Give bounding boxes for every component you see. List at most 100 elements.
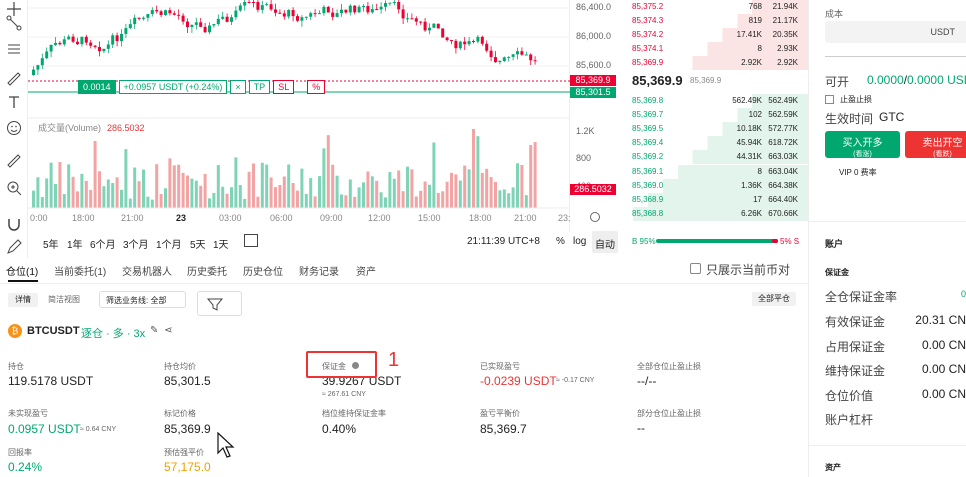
tf-button[interactable]: 1天 xyxy=(213,236,229,251)
sl-button[interactable]: SL xyxy=(273,80,295,94)
pen-icon[interactable] xyxy=(5,68,23,86)
filter-button[interactable] xyxy=(197,291,242,316)
position-symbol[interactable]: BTCUSDT xyxy=(27,325,80,337)
candle xyxy=(252,2,255,3)
price-chart[interactable]: 0.0014 +0.0957 USDT (+0.24%) × TP SL% 成交量(Vo… xyxy=(28,0,571,232)
share-icon[interactable]: ⋖ xyxy=(164,325,172,336)
candle xyxy=(168,10,172,14)
zoom-icon[interactable] xyxy=(5,179,23,197)
position-order-line[interactable]: 0.0014 +0.0957 USDT (+0.24%) × TP SL% xyxy=(78,80,328,94)
simple-view-button[interactable]: 简洁视图 xyxy=(48,293,80,307)
candle xyxy=(102,48,106,52)
ratio-bar xyxy=(656,239,778,243)
margin-title: 保证金 xyxy=(825,268,849,277)
bid-row[interactable]: 85,369.7 102 562.59K xyxy=(622,108,808,123)
log-button[interactable]: log xyxy=(573,236,586,247)
bid-row[interactable]: 85,369.8 562.49K 562.49K xyxy=(622,94,808,108)
field-value[interactable]: --/-- xyxy=(637,374,656,388)
bid-row[interactable]: 85,369.4 45.94K 618.72K xyxy=(622,136,808,151)
ruler-icon[interactable] xyxy=(5,152,23,170)
currency-select[interactable]: USDT xyxy=(931,27,956,37)
volume-bar xyxy=(98,171,101,208)
candle xyxy=(450,40,453,42)
text-icon[interactable] xyxy=(5,93,23,111)
candle xyxy=(313,13,317,15)
close-all-button[interactable]: 全部平仓 xyxy=(752,292,796,306)
ask-row[interactable]: 85,374.1 8 2.93K xyxy=(622,42,808,57)
order-close-button[interactable]: × xyxy=(230,80,246,94)
tab-order-history[interactable]: 历史委托 xyxy=(187,263,227,278)
lines-icon[interactable] xyxy=(5,40,23,58)
avail-values: 0.0000/0.0000 USDT xyxy=(867,73,966,87)
candle xyxy=(177,14,181,16)
ask-row[interactable]: 85,374.3 819 21.17K xyxy=(622,14,808,29)
candle xyxy=(98,47,101,52)
tab-bots[interactable]: 交易机器人 xyxy=(122,263,172,278)
bid-row[interactable]: 85,369.5 10.18K 572.77K xyxy=(622,122,808,137)
settings-icon[interactable] xyxy=(590,212,600,222)
tf-button[interactable]: 6个月 xyxy=(90,236,116,251)
magnet-icon[interactable] xyxy=(5,215,23,233)
ask-row[interactable]: 85,369.9 2.92K 2.92K xyxy=(622,56,808,71)
tf-button[interactable]: 1个月 xyxy=(156,236,182,251)
bid-row[interactable]: 85,369.0 1.36K 664.38K xyxy=(622,178,808,193)
sell-ratio: 5% S xyxy=(780,237,800,246)
tab-finance[interactable]: 财务记录 xyxy=(299,263,339,278)
pct-button[interactable]: % xyxy=(307,80,326,94)
field-value[interactable]: -- xyxy=(637,421,645,435)
sell-short-button[interactable]: 卖出开空 (看跌) xyxy=(905,131,966,158)
auto-button[interactable]: 自动 xyxy=(592,231,618,253)
candlestick-plot[interactable] xyxy=(28,0,570,232)
tif-label: 生效时间 xyxy=(825,112,874,126)
volume-bar xyxy=(423,181,427,208)
ask-row[interactable]: 85,375.2 768 21.94K xyxy=(622,0,808,14)
vip-fee[interactable]: VIP 0 费率 xyxy=(839,167,877,178)
bid-row[interactable]: 85,369.2 44.31K 663.03K xyxy=(622,150,808,165)
tif-select[interactable]: GTC xyxy=(879,110,904,124)
candle xyxy=(287,9,291,17)
volume-bar xyxy=(282,176,286,208)
tf-button[interactable]: 1年 xyxy=(67,236,83,251)
tf-button[interactable]: 3个月 xyxy=(123,236,149,251)
order-qty[interactable]: 0.0014 xyxy=(78,80,116,94)
bid-row[interactable]: 85,368.8 6.26K 670.66K xyxy=(622,206,808,221)
filter-select[interactable]: 筛选业务线: 全部 xyxy=(99,291,186,308)
cost-input[interactable]: USDT xyxy=(825,21,966,43)
candle xyxy=(331,12,335,17)
only-current-checkbox[interactable] xyxy=(690,263,701,274)
leverage-slider[interactable] xyxy=(825,56,966,57)
sell-ratio-bar xyxy=(772,239,778,243)
buy-label: 买入开多 xyxy=(842,138,883,149)
ob-price: 85,374.3 xyxy=(632,16,664,26)
volume-bar xyxy=(507,193,511,208)
bid-row[interactable]: 85,368.9 17 664.40K xyxy=(622,192,808,207)
emoji-icon[interactable] xyxy=(5,119,23,137)
bid-row[interactable]: 85,369.1 8 663.04K xyxy=(622,164,808,179)
candle xyxy=(392,2,396,3)
percent-button[interactable]: % xyxy=(556,236,565,247)
candle xyxy=(124,28,128,34)
tf-button[interactable]: 5年 xyxy=(43,236,59,251)
candle xyxy=(309,13,313,17)
tp-button[interactable]: TP xyxy=(248,80,271,94)
tf-button[interactable]: 5天 xyxy=(190,236,206,251)
tab-open-orders[interactable]: 当前委托(1) xyxy=(54,263,106,278)
tab-assets[interactable]: 资产 xyxy=(356,263,376,278)
date-range-icon[interactable] xyxy=(244,234,258,247)
field-value: 0.24% xyxy=(8,460,43,474)
field-label: 预估强平价 xyxy=(164,448,204,457)
pencil-icon[interactable] xyxy=(5,238,23,256)
ob-total: 21.94K xyxy=(772,2,798,11)
edit-icon[interactable]: ✎ xyxy=(150,325,158,336)
volume-bar xyxy=(111,183,115,208)
ask-row[interactable]: 85,374.2 17.41K 20.35K xyxy=(622,28,808,43)
tab-positions[interactable]: 仓位(1) xyxy=(6,263,38,278)
candle xyxy=(58,42,62,45)
detail-view-button[interactable]: 详情 xyxy=(8,293,38,307)
tpsl-checkbox[interactable] xyxy=(825,95,834,104)
volume-bar xyxy=(340,194,343,208)
tab-position-history[interactable]: 历史仓位 xyxy=(243,263,283,278)
node-icon[interactable] xyxy=(5,14,23,32)
ob-total: 562.49K xyxy=(768,96,798,105)
buy-long-button[interactable]: 买入开多 (看涨) xyxy=(825,131,900,158)
